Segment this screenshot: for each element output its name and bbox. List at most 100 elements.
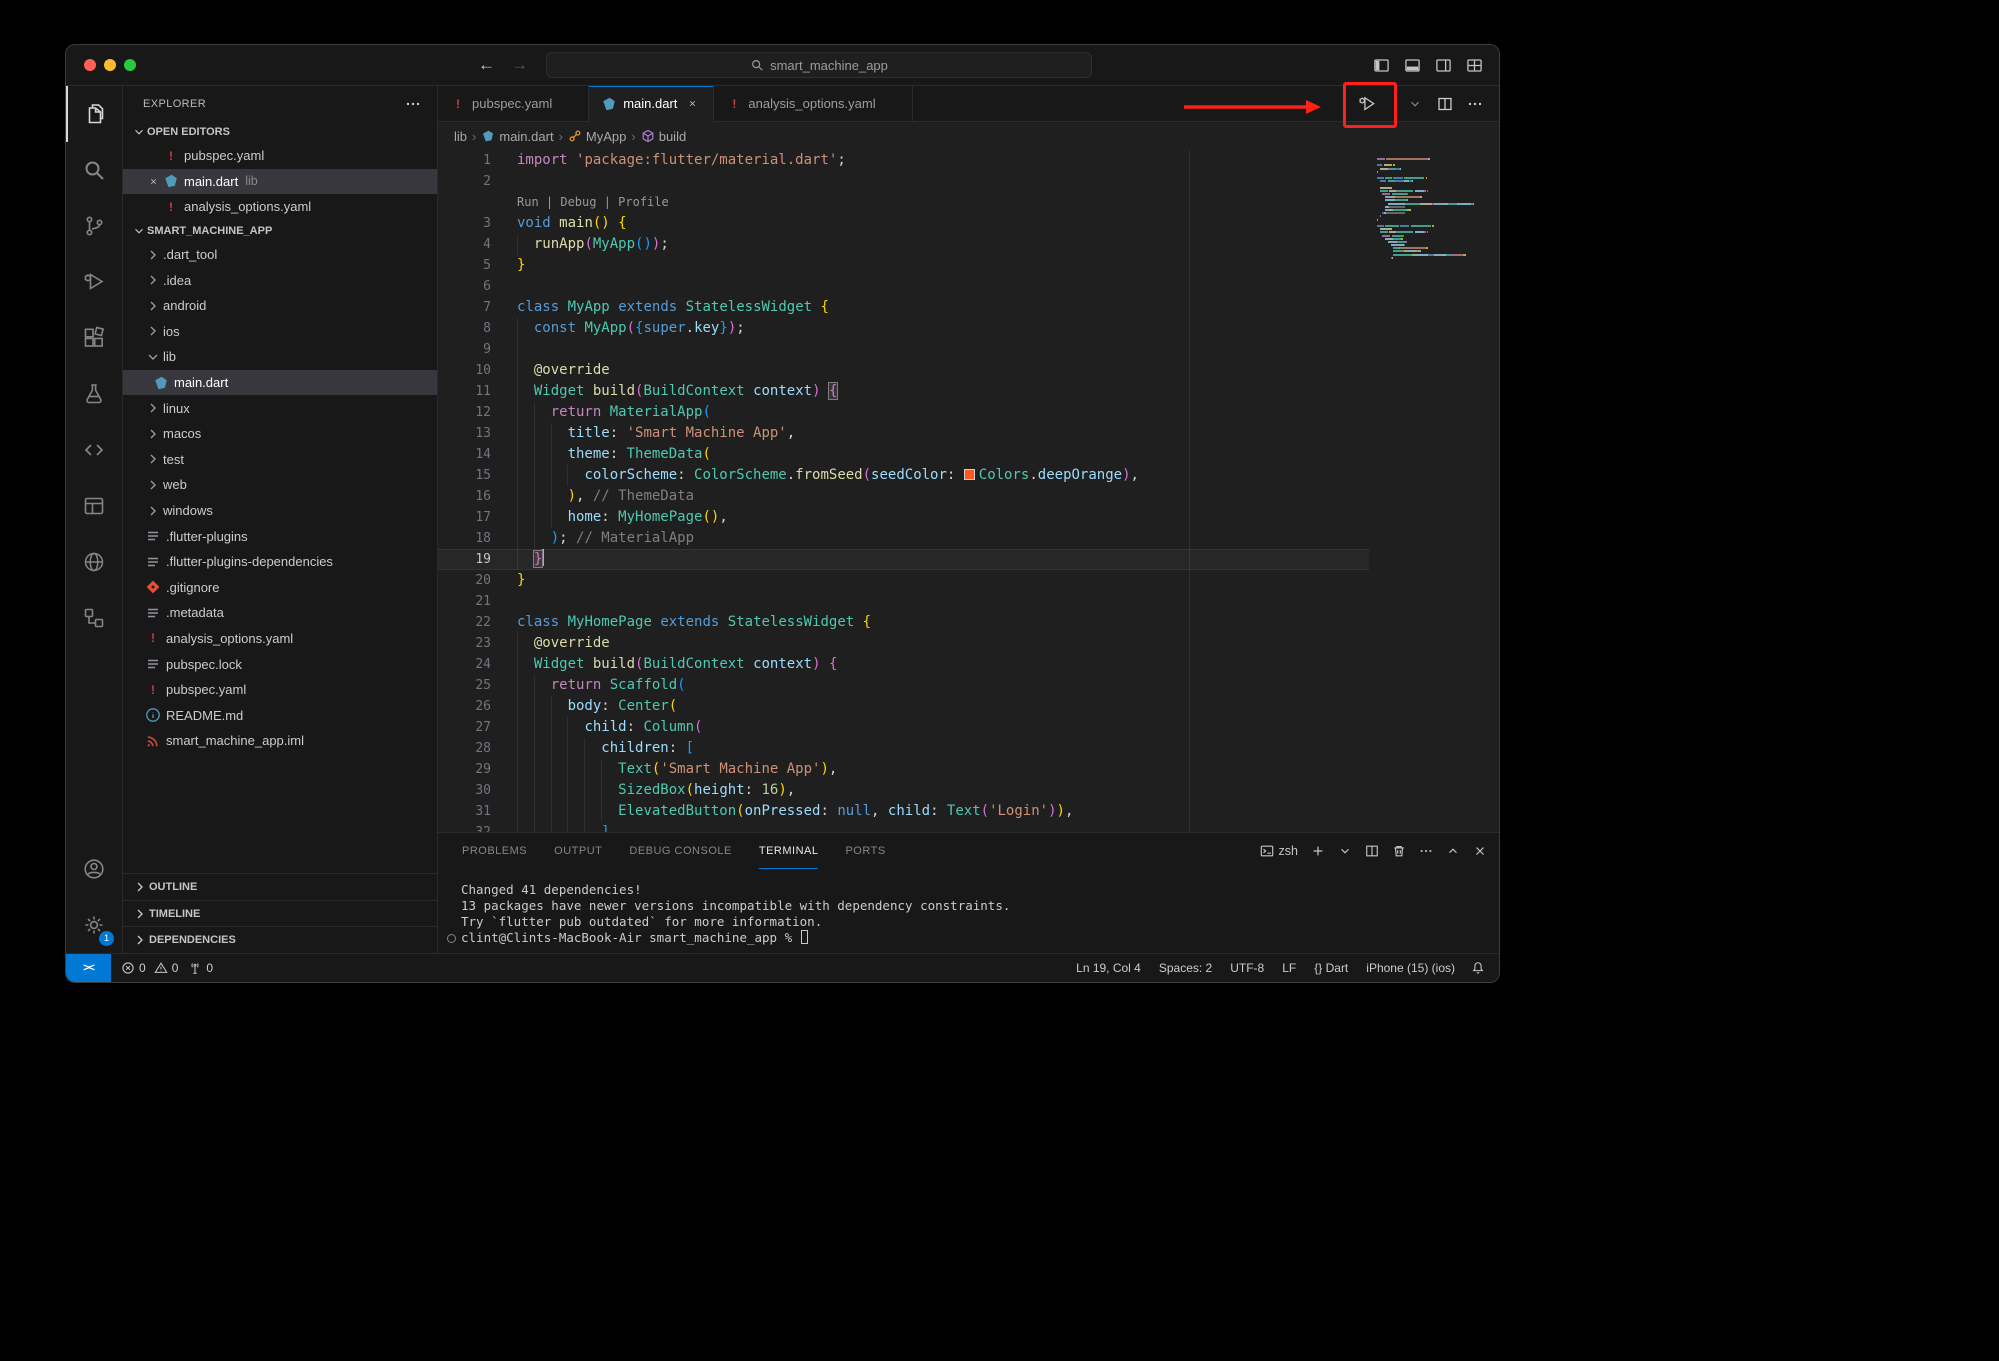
tree-item-pubspec.lock[interactable]: pubspec.lock — [123, 651, 437, 677]
run-or-debug-button[interactable] — [1357, 86, 1379, 121]
activity-references[interactable] — [66, 590, 122, 646]
panel-tab-output[interactable]: OUTPUT — [554, 833, 602, 869]
close-editor-button[interactable] — [145, 177, 161, 186]
tree-item-.idea[interactable]: .idea — [123, 267, 437, 293]
activity-accounts[interactable] — [66, 841, 122, 897]
status-flutter-device[interactable]: iPhone (15) (ios) — [1366, 961, 1455, 975]
status-indentation[interactable]: Spaces: 2 — [1159, 961, 1212, 975]
breadcrumb-main.dart[interactable]: main.dart — [481, 129, 553, 144]
activity-settings[interactable]: 1 — [66, 897, 122, 953]
tree-item-macos[interactable]: macos — [123, 421, 437, 447]
status-encoding[interactable]: UTF-8 — [1230, 961, 1264, 975]
status-eol[interactable]: LF — [1282, 961, 1296, 975]
toggle-panel-button[interactable] — [1404, 57, 1421, 74]
maximize-panel-button[interactable] — [1446, 844, 1460, 858]
activity-project-manager[interactable] — [66, 478, 122, 534]
tree-item-.gitignore[interactable]: .gitignore — [123, 575, 437, 601]
tree-item-README.md[interactable]: README.md — [123, 702, 437, 728]
activity-run-and-debug[interactable] — [66, 254, 122, 310]
tree-item-.metadata[interactable]: .metadata — [123, 600, 437, 626]
breadcrumb-build[interactable]: build — [641, 129, 686, 144]
tree-item-analysis_options.yaml[interactable]: !analysis_options.yaml — [123, 626, 437, 652]
go-forward-button[interactable]: → — [511, 55, 528, 75]
activity-snippets[interactable] — [66, 422, 122, 478]
line-number: 19 — [438, 549, 517, 570]
title-bar[interactable]: ← → smart_machine_app — [66, 45, 1499, 86]
status-language-mode[interactable]: {} Dart — [1314, 961, 1348, 975]
line-content: theme: ThemeData( — [517, 444, 1369, 465]
panel-tab-problems[interactable]: PROBLEMS — [462, 833, 527, 869]
activity-live-preview[interactable] — [66, 534, 122, 590]
close-tab-button[interactable] — [683, 99, 701, 108]
tree-item-windows[interactable]: windows — [123, 498, 437, 524]
project-root-header[interactable]: SMART_MACHINE_APP — [123, 220, 437, 242]
tree-item-web[interactable]: web — [123, 472, 437, 498]
open-editors-header[interactable]: OPEN EDITORS — [123, 121, 437, 143]
terminal-prompt[interactable]: clint@Clints-MacBook-Air smart_machine_a… — [461, 930, 1499, 946]
tree-item-linux[interactable]: linux — [123, 395, 437, 421]
split-terminal-button[interactable] — [1365, 844, 1379, 858]
code-editor[interactable]: 1import 'package:flutter/material.dart';… — [438, 150, 1369, 832]
run-dropdown-button[interactable] — [1408, 86, 1422, 121]
chevron-down-icon — [132, 125, 146, 139]
activity-extensions[interactable] — [66, 310, 122, 366]
section-outline[interactable]: OUTLINE — [123, 873, 437, 900]
activity-search[interactable] — [66, 142, 122, 198]
terminal-shell-button[interactable]: zsh — [1260, 844, 1298, 858]
tree-item-.flutter-plugins-dependencies[interactable]: .flutter-plugins-dependencies — [123, 549, 437, 575]
codelens-run-debug-profile[interactable]: Run | Debug | Profile — [517, 195, 669, 209]
activity-source-control[interactable] — [66, 198, 122, 254]
tree-item-pubspec.yaml[interactable]: !pubspec.yaml — [123, 677, 437, 703]
panel-more-actions-button[interactable] — [1419, 844, 1433, 858]
breadcrumb-MyApp[interactable]: MyApp — [568, 129, 626, 144]
zoom-window-button[interactable] — [124, 59, 136, 71]
tab-pubspec.yaml[interactable]: !pubspec.yaml — [438, 86, 589, 121]
status-problems[interactable]: 0 0 — [121, 961, 178, 975]
customize-layout-button[interactable] — [1466, 57, 1483, 74]
open-editor-analysis_options.yaml[interactable]: !analysis_options.yaml — [123, 194, 437, 220]
explorer-more-actions-button[interactable] — [405, 96, 421, 112]
activity-explorer[interactable] — [66, 86, 122, 142]
tab-main.dart[interactable]: main.dart — [589, 86, 714, 121]
split-editor-button[interactable] — [1437, 86, 1455, 121]
tree-item-.flutter-plugins[interactable]: .flutter-plugins — [123, 523, 437, 549]
tree-item-lib[interactable]: lib — [123, 344, 437, 370]
section-dependencies[interactable]: DEPENDENCIES — [123, 926, 437, 953]
new-terminal-button[interactable] — [1311, 844, 1325, 858]
line-content: return Scaffold( — [517, 675, 1369, 696]
indent-guide — [601, 801, 602, 822]
panel-tab-terminal[interactable]: TERMINAL — [759, 833, 819, 869]
panel-tab-debug-console[interactable]: DEBUG CONSOLE — [629, 833, 731, 869]
toggle-sidebar-button[interactable] — [1373, 57, 1390, 74]
notifications-bell-icon[interactable] — [1471, 961, 1485, 975]
minimize-window-button[interactable] — [104, 59, 116, 71]
status-cursor-position[interactable]: Ln 19, Col 4 — [1076, 961, 1141, 975]
tree-item-smart_machine_app.iml[interactable]: smart_machine_app.iml — [123, 728, 437, 754]
kill-terminal-button[interactable] — [1392, 844, 1406, 858]
line-content: import 'package:flutter/material.dart'; — [517, 150, 1369, 171]
panel-tab-ports[interactable]: PORTS — [845, 833, 885, 869]
tree-item-.dart_tool[interactable]: .dart_tool — [123, 242, 437, 268]
open-editor-pubspec.yaml[interactable]: !pubspec.yaml — [123, 143, 437, 169]
editor-more-actions-button[interactable] — [1467, 86, 1485, 121]
tree-item-test[interactable]: test — [123, 447, 437, 473]
terminal-profile-dropdown[interactable] — [1338, 844, 1352, 858]
remote-indicator[interactable]: >< — [66, 954, 111, 982]
close-window-button[interactable] — [84, 59, 96, 71]
open-editor-main.dart[interactable]: main.dartlib — [123, 169, 437, 195]
section-timeline[interactable]: TIMELINE — [123, 900, 437, 927]
minimap[interactable] — [1369, 150, 1499, 832]
toggle-secondary-sidebar-button[interactable] — [1435, 57, 1452, 74]
status-ports[interactable]: 0 — [188, 961, 213, 975]
run-debug-icon — [82, 270, 106, 294]
breadcrumb-lib[interactable]: lib — [454, 129, 467, 144]
terminal[interactable]: Changed 41 dependencies!13 packages have… — [438, 869, 1499, 946]
command-center[interactable]: smart_machine_app — [546, 52, 1092, 78]
close-panel-button[interactable] — [1473, 844, 1487, 858]
go-back-button[interactable]: ← — [478, 55, 495, 75]
tree-item-ios[interactable]: ios — [123, 319, 437, 345]
tree-item-android[interactable]: android — [123, 293, 437, 319]
tree-item-main.dart[interactable]: main.dart — [123, 370, 437, 396]
tab-analysis_options.yaml[interactable]: !analysis_options.yaml — [714, 86, 912, 121]
activity-testing[interactable] — [66, 366, 122, 422]
